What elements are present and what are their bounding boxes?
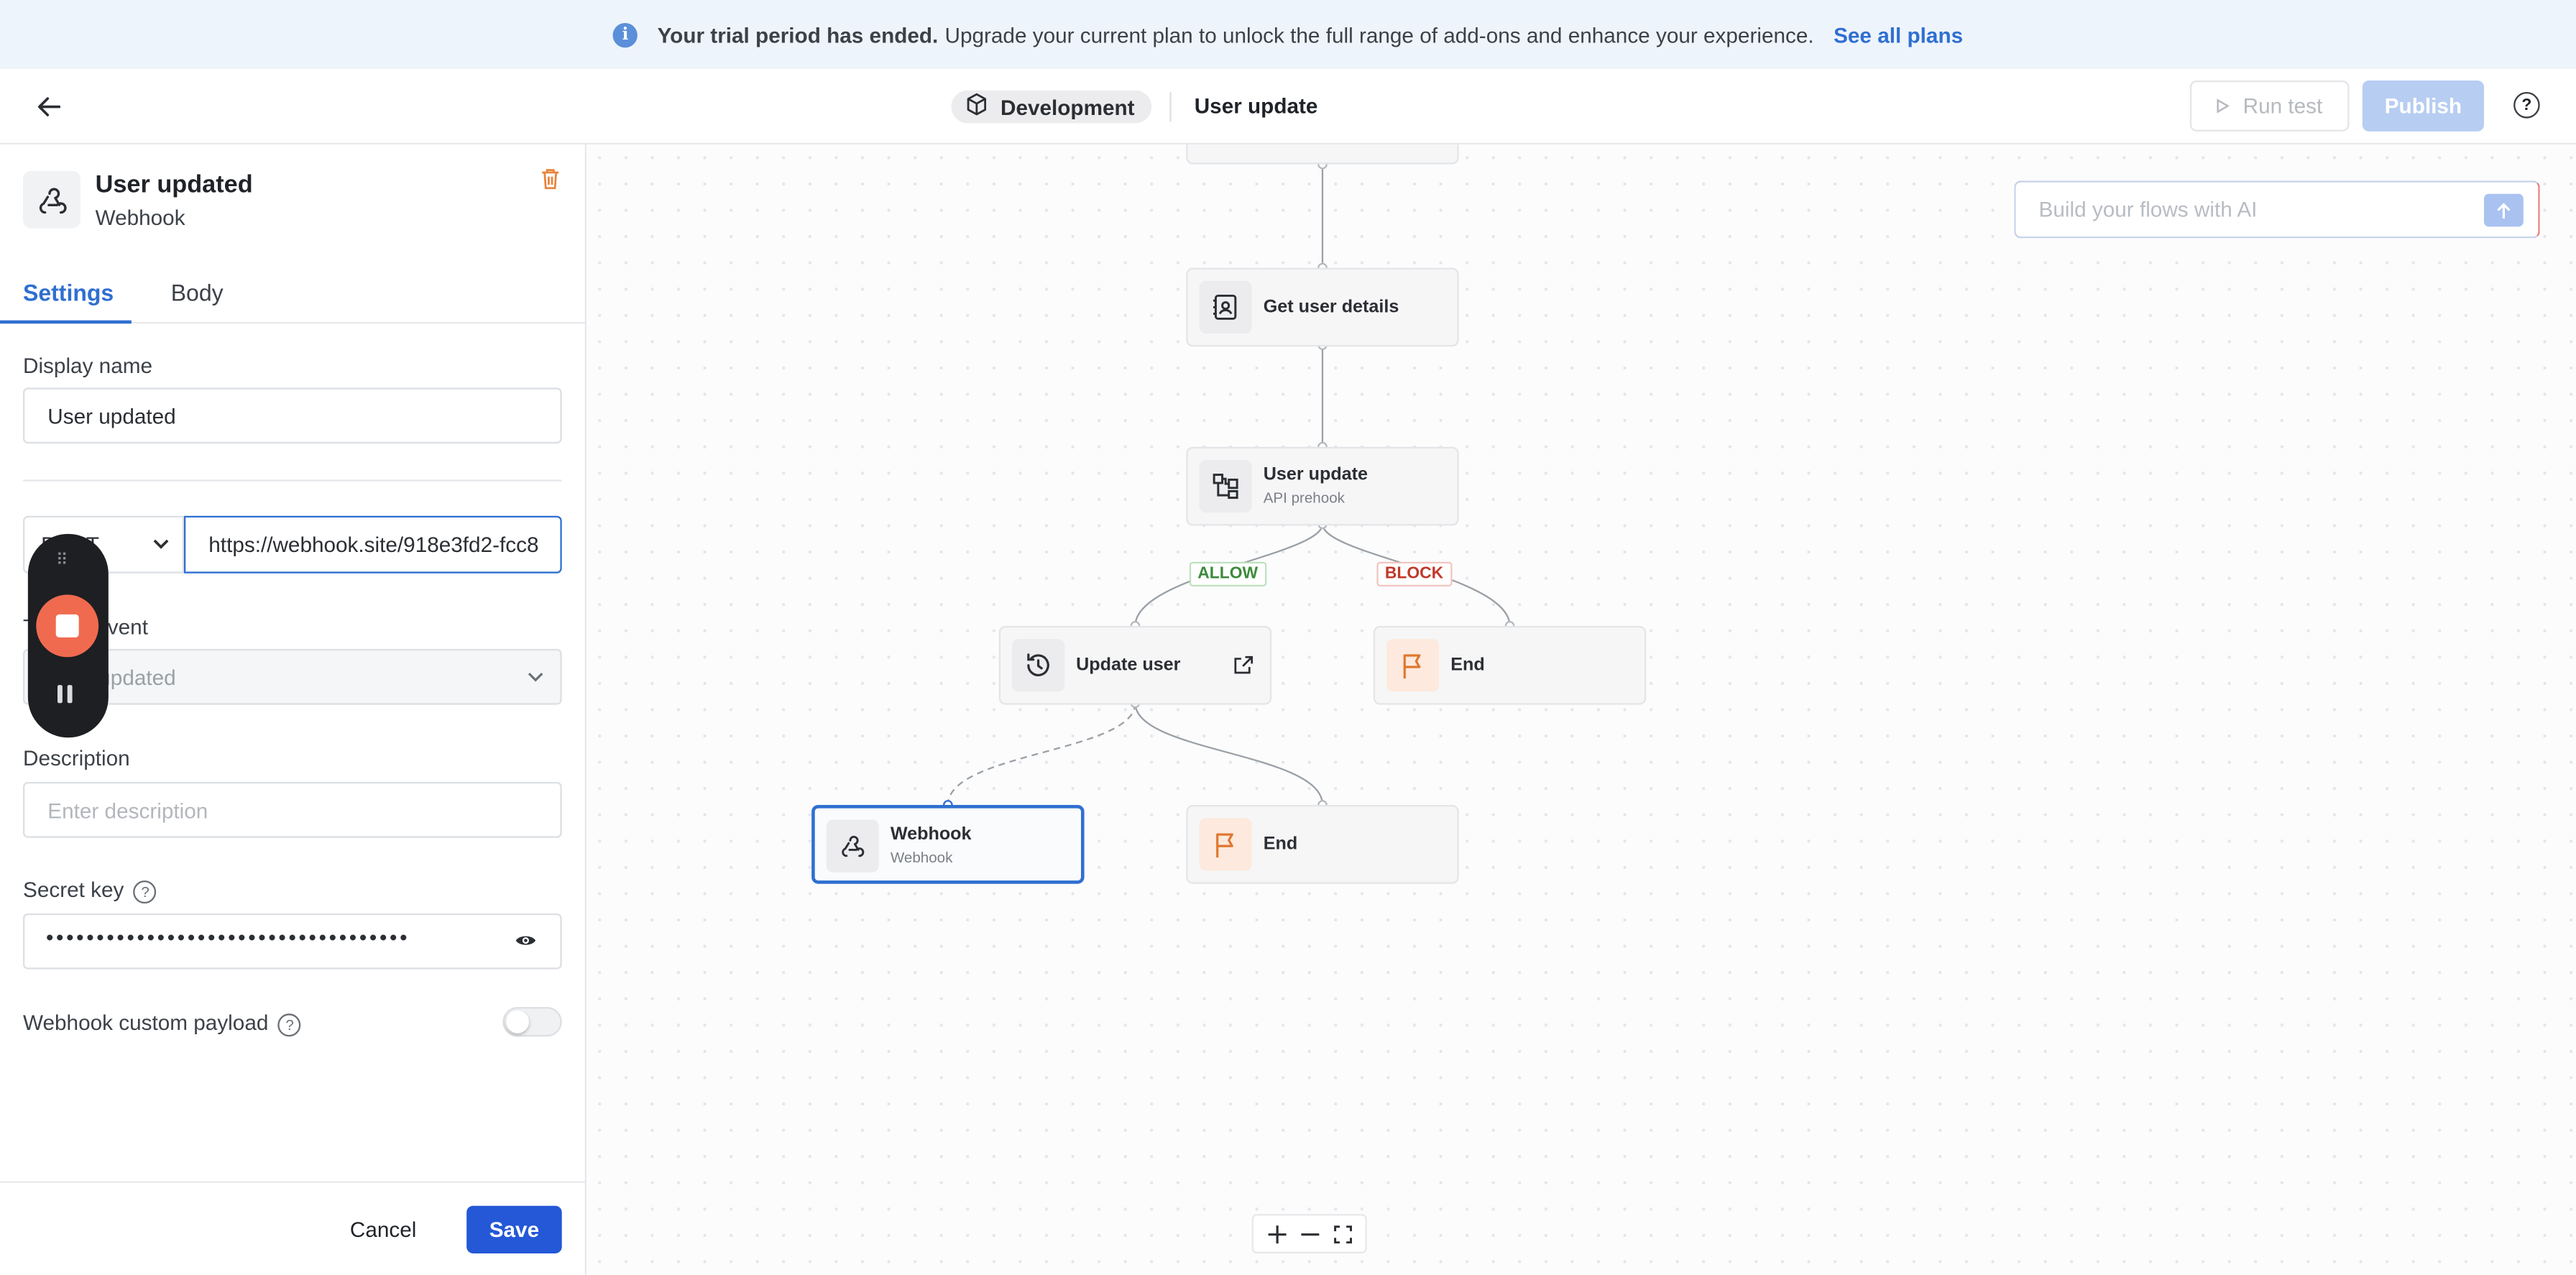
- contact-card-icon: [1199, 280, 1252, 333]
- flag-icon: [1386, 639, 1440, 692]
- external-link-icon[interactable]: [1234, 655, 1254, 675]
- eye-icon[interactable]: [514, 931, 537, 949]
- flow-connectors: [942, 159, 1515, 810]
- branch-label-block: BLOCK: [1376, 561, 1452, 586]
- screen-recorder-widget: ⠿: [27, 533, 109, 738]
- chevron-down-icon: [153, 539, 169, 549]
- node-title: Get user details: [1263, 297, 1399, 318]
- run-test-button[interactable]: Run test: [2189, 80, 2350, 132]
- help-icon[interactable]: ?: [2513, 91, 2540, 119]
- stop-icon: [55, 614, 79, 638]
- active-tab-indicator: [0, 320, 132, 324]
- display-name-label: Display name: [22, 353, 153, 378]
- flow-title: User update: [1194, 93, 1318, 119]
- publish-button[interactable]: Publish: [2362, 80, 2484, 132]
- play-icon: [2217, 93, 2230, 118]
- tab-settings[interactable]: Settings: [23, 280, 114, 306]
- secret-key-label: Secret key?: [23, 878, 157, 903]
- environment-pill[interactable]: Development: [951, 90, 1151, 124]
- secret-key-label-text: Secret key: [22, 877, 124, 902]
- save-button[interactable]: Save: [466, 1205, 562, 1253]
- banner-bold-text: Your trial period has ended.: [657, 22, 939, 47]
- environment-label: Development: [1000, 94, 1135, 119]
- flag-icon: [1199, 818, 1252, 871]
- tab-body[interactable]: Body: [171, 280, 224, 306]
- node-subtitle: Webhook: [890, 849, 953, 866]
- ai-flow-builder-input[interactable]: Build your flows with AI: [2014, 180, 2540, 239]
- header-separator: [1169, 91, 1172, 122]
- trial-banner: i Your trial period has ended. Upgrade y…: [0, 0, 2576, 69]
- cube-icon: [965, 92, 989, 121]
- help-icon[interactable]: ?: [134, 880, 157, 903]
- flow-node-user-update[interactable]: User update API prehook: [1186, 446, 1459, 526]
- back-arrow-icon[interactable]: [33, 91, 66, 124]
- custom-payload-toggle[interactable]: [502, 1007, 562, 1037]
- stop-recording-button[interactable]: [36, 594, 99, 658]
- pause-icon[interactable]: [57, 685, 73, 704]
- chevron-down-icon: [528, 673, 543, 682]
- panel-subtitle: Webhook: [95, 205, 185, 230]
- fit-view-icon[interactable]: [1328, 1219, 1357, 1248]
- secret-key-value: ••••••••••••••••••••••••••••••••••••: [45, 924, 410, 950]
- flow-branch-icon: [1199, 459, 1252, 513]
- node-title: Webhook: [890, 824, 972, 844]
- run-test-label: Run test: [2242, 93, 2323, 119]
- banner-text: Upgrade your current plan to unlock the …: [944, 22, 1814, 47]
- section-divider: [22, 479, 562, 482]
- footer-divider: [0, 1181, 585, 1183]
- zoom-controls: [1251, 1214, 1367, 1253]
- zoom-in-icon[interactable]: [1261, 1219, 1291, 1248]
- zoom-out-icon[interactable]: [1294, 1219, 1324, 1248]
- flow-node-get-user-details[interactable]: Get user details: [1186, 267, 1459, 347]
- node-title: Update user: [1076, 655, 1181, 676]
- branch-label-allow: ALLOW: [1189, 561, 1266, 586]
- panel-title: User updated: [95, 170, 253, 199]
- node-title: End: [1263, 834, 1298, 855]
- ai-input-placeholder: Build your flows with AI: [2038, 197, 2258, 222]
- custom-payload-label: Webhook custom payload?: [22, 1010, 302, 1036]
- trash-icon[interactable]: [540, 167, 560, 190]
- flow-node-end-allow[interactable]: End: [1186, 804, 1459, 884]
- webhook-icon: [22, 170, 80, 229]
- custom-payload-label-text: Webhook custom payload: [22, 1010, 269, 1035]
- display-name-input[interactable]: User updated: [22, 387, 562, 444]
- webhook-icon: [826, 819, 879, 873]
- node-subtitle: API prehook: [1263, 489, 1345, 506]
- drag-handle-icon[interactable]: ⠿: [56, 552, 70, 570]
- info-icon: i: [612, 22, 638, 47]
- refresh-clock-icon: [1011, 639, 1065, 692]
- node-title: User update: [1263, 464, 1368, 485]
- flow-node-end-block[interactable]: End: [1373, 625, 1647, 705]
- description-input[interactable]: Enter description: [22, 781, 562, 838]
- panel-tabs: Settings Body: [0, 275, 585, 324]
- flow-node-update-user[interactable]: Update user: [998, 625, 1272, 705]
- help-icon[interactable]: ?: [278, 1013, 302, 1036]
- webhook-url-input[interactable]: https://webhook.site/918e3fd2-fcc8: [183, 515, 562, 574]
- arrow-up-icon[interactable]: [2483, 193, 2524, 227]
- description-label: Description: [22, 745, 130, 770]
- flow-canvas[interactable]: Get user details User update API prehook…: [586, 144, 2576, 1275]
- flow-node-previous[interactable]: [1186, 144, 1459, 165]
- node-title: End: [1450, 655, 1485, 676]
- flow-node-webhook[interactable]: Webhook Webhook: [811, 804, 1085, 884]
- cancel-button[interactable]: Cancel: [350, 1218, 416, 1242]
- see-all-plans-link[interactable]: See all plans: [1834, 22, 1963, 47]
- top-header: Development User update Run test Publish…: [0, 68, 2576, 145]
